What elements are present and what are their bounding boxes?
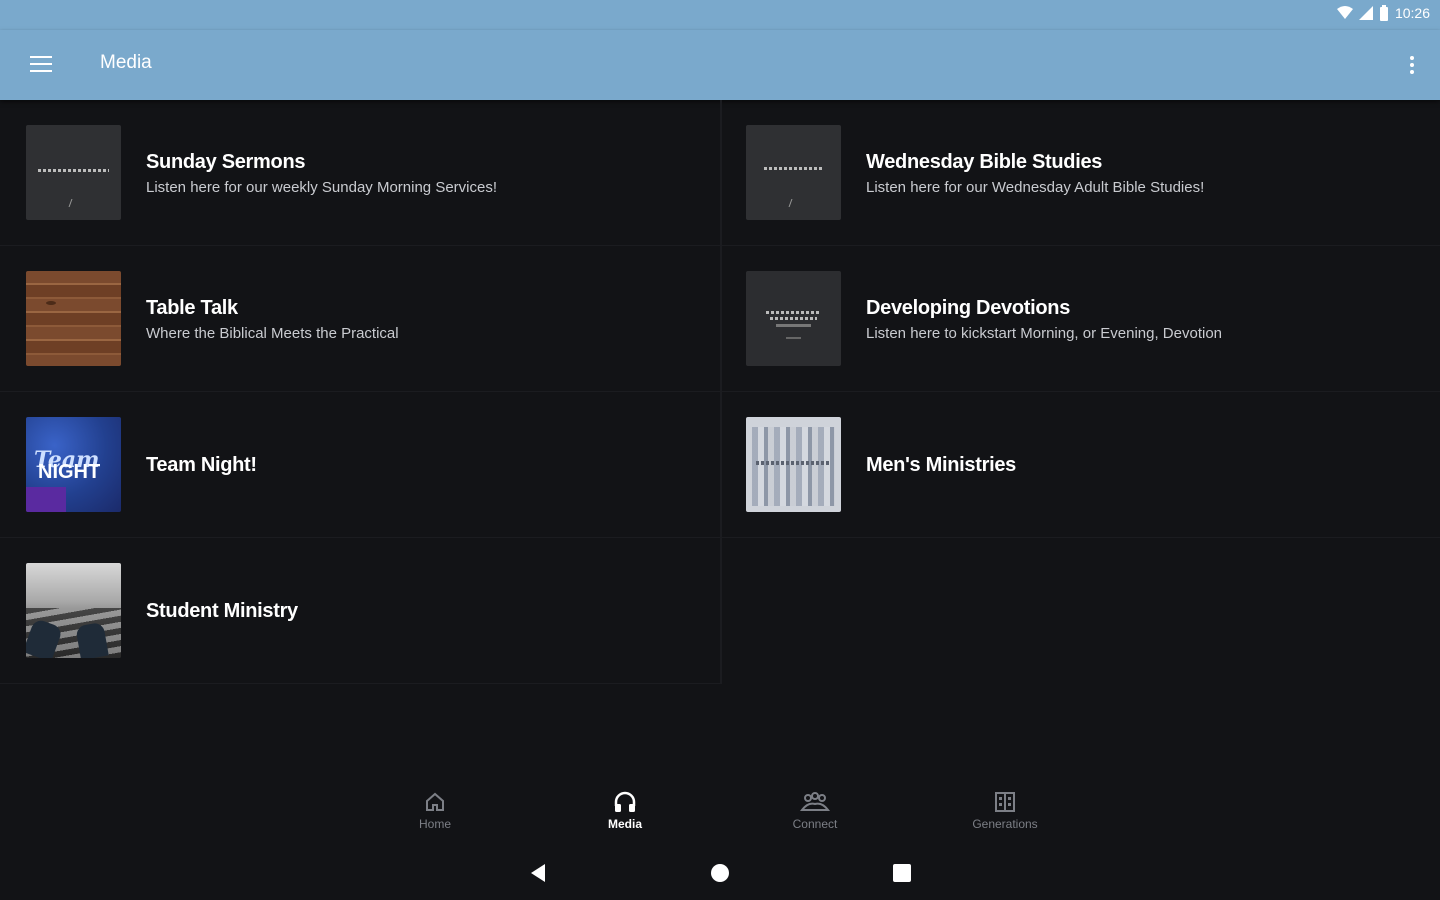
- recents-square-icon: [893, 864, 911, 882]
- media-item-sunday-sermons[interactable]: Sunday Sermons Listen here for our weekl…: [0, 100, 722, 246]
- overflow-menu-button[interactable]: [1402, 50, 1422, 80]
- recents-button[interactable]: [889, 860, 915, 886]
- media-grid: Sunday Sermons Listen here for our weekl…: [0, 100, 1440, 684]
- student-ministry-thumbnail: [26, 563, 121, 658]
- system-navigation-bar: [0, 846, 1440, 900]
- media-item-title: Developing Devotions: [866, 296, 1071, 319]
- nav-label: Generations: [972, 817, 1038, 831]
- table-talk-thumbnail: [26, 271, 121, 366]
- back-triangle-icon: [531, 864, 545, 882]
- back-button[interactable]: [525, 860, 551, 886]
- media-item-title: Sunday Sermons: [146, 150, 306, 173]
- nav-home[interactable]: Home: [380, 790, 490, 831]
- media-item-subtitle: Listen here to kickstart Morning, or Eve…: [866, 324, 1223, 342]
- nav-label: Home: [418, 817, 451, 831]
- cellular-signal-icon: [1358, 6, 1373, 20]
- media-row: Team NIGHT Team Night! Men's Ministries: [0, 392, 1440, 538]
- team-night-thumbnail: Team NIGHT: [26, 417, 121, 512]
- media-item-title: Wednesday Bible Studies: [866, 150, 1103, 173]
- media-item-title: Student Ministry: [146, 599, 298, 622]
- status-bar: 10:26: [0, 0, 1440, 30]
- menu-button[interactable]: [22, 48, 60, 80]
- home-circle-icon: [711, 864, 729, 882]
- people-icon: [800, 792, 830, 811]
- media-item-title: Men's Ministries: [866, 453, 1016, 476]
- headphones-icon: [614, 791, 636, 812]
- nav-label: Media: [607, 817, 642, 831]
- mens-ministries-thumbnail: [746, 417, 841, 512]
- media-item-subtitle: Listen here for our weekly Sunday Mornin…: [146, 178, 498, 196]
- app-bar: Media: [0, 30, 1440, 100]
- wednesday-bible-studies-thumbnail: [746, 125, 841, 220]
- developing-devotions-thumbnail: [746, 271, 841, 366]
- hamburger-menu-icon: [30, 56, 52, 72]
- media-item-mens-ministries[interactable]: Men's Ministries: [722, 392, 1440, 538]
- bottom-navigation: Home Media Connect Generations: [0, 780, 1440, 844]
- empty-cell: [722, 538, 1440, 684]
- home-icon: [426, 792, 444, 811]
- nav-label: Connect: [792, 817, 838, 831]
- media-item-subtitle: Listen here for our Wednesday Adult Bibl…: [866, 178, 1205, 196]
- media-row: Table Talk Where the Biblical Meets the …: [0, 246, 1440, 392]
- wifi-icon: [1336, 6, 1353, 19]
- building-icon: [995, 792, 1015, 812]
- media-item-title: Table Talk: [146, 296, 238, 319]
- status-icons: 10:26: [1336, 5, 1430, 21]
- home-system-button[interactable]: [707, 860, 733, 886]
- nav-generations[interactable]: Generations: [950, 790, 1060, 831]
- media-item-wednesday-bible-studies[interactable]: Wednesday Bible Studies Listen here for …: [722, 100, 1440, 246]
- sunday-sermons-thumbnail: [26, 125, 121, 220]
- nav-connect[interactable]: Connect: [760, 790, 870, 831]
- more-vert-icon: [1410, 56, 1414, 74]
- media-item-student-ministry[interactable]: Student Ministry: [0, 538, 722, 684]
- media-item-team-night[interactable]: Team NIGHT Team Night!: [0, 392, 722, 538]
- media-row: Sunday Sermons Listen here for our weekl…: [0, 100, 1440, 246]
- media-row: Student Ministry: [0, 538, 1440, 684]
- nav-media[interactable]: Media: [570, 790, 680, 831]
- media-item-developing-devotions[interactable]: Developing Devotions Listen here to kick…: [722, 246, 1440, 392]
- page-title: Media: [100, 52, 152, 73]
- status-time: 10:26: [1394, 5, 1430, 21]
- battery-icon: [1379, 5, 1388, 21]
- media-item-title: Team Night!: [146, 453, 257, 476]
- media-item-table-talk[interactable]: Table Talk Where the Biblical Meets the …: [0, 246, 722, 392]
- media-item-subtitle: Where the Biblical Meets the Practical: [146, 324, 399, 342]
